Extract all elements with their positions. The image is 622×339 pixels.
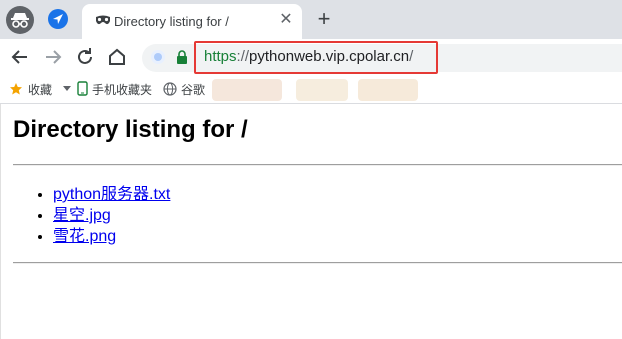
divider bbox=[13, 262, 622, 264]
bookmark-mobile[interactable]: 手机收藏夹 bbox=[92, 81, 152, 98]
blurred-bookmark bbox=[296, 79, 348, 101]
file-link[interactable]: 星空.jpg bbox=[53, 207, 111, 224]
file-list: python服务器.txt 星空.jpg 雪花.png bbox=[13, 184, 170, 247]
toolbar: https://pythonweb.vip.cpolar.cn/ bbox=[0, 39, 622, 75]
phone-icon bbox=[77, 81, 88, 96]
url-separator: :// bbox=[236, 48, 250, 65]
back-arrow-icon[interactable] bbox=[8, 45, 32, 69]
list-item: 星空.jpg bbox=[53, 205, 170, 226]
bookmark-favorites[interactable]: 收藏 bbox=[28, 81, 52, 98]
page-content: Directory listing for / python服务器.txt 星空… bbox=[0, 104, 622, 339]
chevron-down-icon[interactable] bbox=[63, 86, 71, 92]
lock-icon bbox=[177, 50, 187, 64]
incognito-mask-icon bbox=[96, 15, 110, 25]
page-heading: Directory listing for / bbox=[13, 116, 248, 143]
url-path: / bbox=[409, 48, 414, 65]
divider bbox=[13, 164, 622, 166]
blurred-bookmark bbox=[212, 79, 282, 101]
home-icon[interactable] bbox=[105, 45, 129, 69]
url-text[interactable]: https://pythonweb.vip.cpolar.cn/ bbox=[204, 48, 413, 65]
incognito-icon[interactable] bbox=[6, 6, 34, 34]
bookmark-google[interactable]: 谷歌 bbox=[181, 81, 205, 98]
tab-title: Directory listing for / bbox=[114, 14, 229, 29]
site-info-icon[interactable] bbox=[150, 49, 166, 65]
file-link[interactable]: 雪花.png bbox=[53, 228, 116, 245]
tab-directory-listing[interactable]: Directory listing for / ✕ bbox=[82, 4, 302, 39]
list-item: python服务器.txt bbox=[53, 184, 170, 205]
url-scheme: https bbox=[204, 48, 237, 65]
globe-icon bbox=[163, 82, 177, 96]
reload-icon[interactable] bbox=[73, 45, 97, 69]
list-item: 雪花.png bbox=[53, 226, 170, 247]
url-host: pythonweb.vip.cpolar.cn bbox=[249, 48, 410, 65]
url-highlight-box: https://pythonweb.vip.cpolar.cn/ bbox=[194, 41, 438, 74]
close-icon[interactable]: ✕ bbox=[278, 12, 294, 28]
new-tab-button[interactable]: + bbox=[314, 8, 334, 30]
file-link[interactable]: python服务器.txt bbox=[53, 186, 170, 203]
blurred-bookmark bbox=[358, 79, 418, 101]
navigation-arrow-icon[interactable] bbox=[48, 9, 68, 29]
star-icon bbox=[10, 83, 22, 95]
forward-arrow-icon[interactable] bbox=[41, 45, 65, 69]
tab-strip: Directory listing for / ✕ + bbox=[0, 0, 622, 39]
bookmarks-bar: 收藏 手机收藏夹 谷歌 bbox=[0, 75, 622, 104]
